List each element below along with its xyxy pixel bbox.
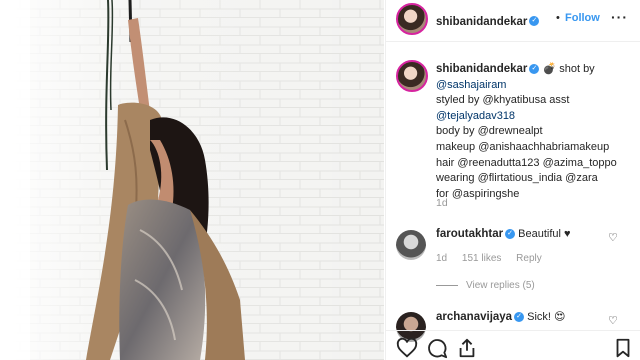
verified-badge-icon: ✓: [529, 64, 540, 75]
comment-like-heart-icon[interactable]: ♡: [608, 314, 620, 327]
comment-likes[interactable]: 151 likes: [462, 253, 501, 264]
follow-button[interactable]: Follow: [565, 12, 600, 24]
caption-line-8: wearing @flirtatious_india @zara: [436, 172, 598, 185]
comment-text: archanavijaya ✓ Sick! 😍: [436, 310, 566, 323]
caption-line-9: for @aspiringshe: [436, 187, 520, 200]
commenter-username[interactable]: faroutakhtar: [436, 228, 503, 240]
commenter-avatar[interactable]: [396, 230, 426, 260]
commenter-username[interactable]: archanavijaya: [436, 311, 512, 323]
photo-illustration: [0, 0, 384, 360]
comment-icon[interactable]: [426, 337, 448, 359]
caption-text: shibanidandekar ✓ 💣 shot by @sashajairam …: [436, 62, 636, 202]
verified-badge-icon: ✓: [514, 312, 525, 323]
comment-text: faroutakhtar ✓ Beautiful ♥: [436, 228, 571, 240]
view-replies-label[interactable]: View replies (5): [466, 280, 535, 291]
share-icon[interactable]: [456, 337, 478, 359]
caption-line-3: styled by @khyatibusa asst: [436, 94, 570, 107]
author-username[interactable]: shibanidandekar: [436, 16, 527, 28]
action-bar: [386, 330, 640, 360]
caption-line-7: hair @reenadutta123 @azima_toppo: [436, 156, 617, 169]
caption-line-1: shibanidandekar ✓ 💣 shot by: [436, 62, 636, 78]
comment-body: Beautiful ♥: [518, 228, 571, 240]
post-header: shibanidandekar ✓ • Follow ···: [386, 0, 640, 42]
bomb-emoji-icon: 💣: [542, 63, 557, 75]
caption-line-2[interactable]: @sashajairam: [436, 78, 636, 94]
author-avatar[interactable]: [396, 3, 428, 35]
verified-badge-icon: ✓: [529, 15, 540, 26]
post-modal: shibanidandekar ✓ • Follow ··· shibanidan…: [0, 0, 640, 360]
view-replies-line: [436, 284, 458, 286]
comment-meta: 1d 151 likes Reply: [436, 253, 554, 264]
caption-text-shot-by: shot by: [559, 63, 595, 75]
post-photo[interactable]: [0, 0, 384, 360]
comment-body: Sick! 😍: [527, 311, 566, 323]
header-separator: •: [556, 12, 560, 24]
post-side-panel: shibanidandekar ✓ • Follow ··· shibanidan…: [385, 0, 640, 360]
caption-line-4[interactable]: @tejalyadav318: [436, 109, 636, 125]
bookmark-icon[interactable]: [612, 337, 634, 359]
caption-line-6: makeup @anishaachhabriamakeup: [436, 140, 610, 153]
more-options-icon[interactable]: ···: [611, 9, 628, 25]
comment-reply-button[interactable]: Reply: [516, 253, 542, 264]
caption-line-5: body by @drewnealpt: [436, 125, 543, 138]
author-name[interactable]: shibanidandekar ✓: [436, 12, 540, 30]
view-replies-button[interactable]: View replies (5): [436, 280, 535, 291]
verified-badge-icon: ✓: [505, 229, 516, 240]
heart-icon[interactable]: [396, 337, 418, 359]
caption-username[interactable]: shibanidandekar: [436, 63, 527, 75]
comment-like-heart-icon[interactable]: ♡: [608, 231, 620, 244]
caption-avatar[interactable]: [396, 60, 428, 92]
comment-time[interactable]: 1d: [436, 253, 447, 264]
caption-timestamp[interactable]: 1d: [436, 197, 448, 209]
